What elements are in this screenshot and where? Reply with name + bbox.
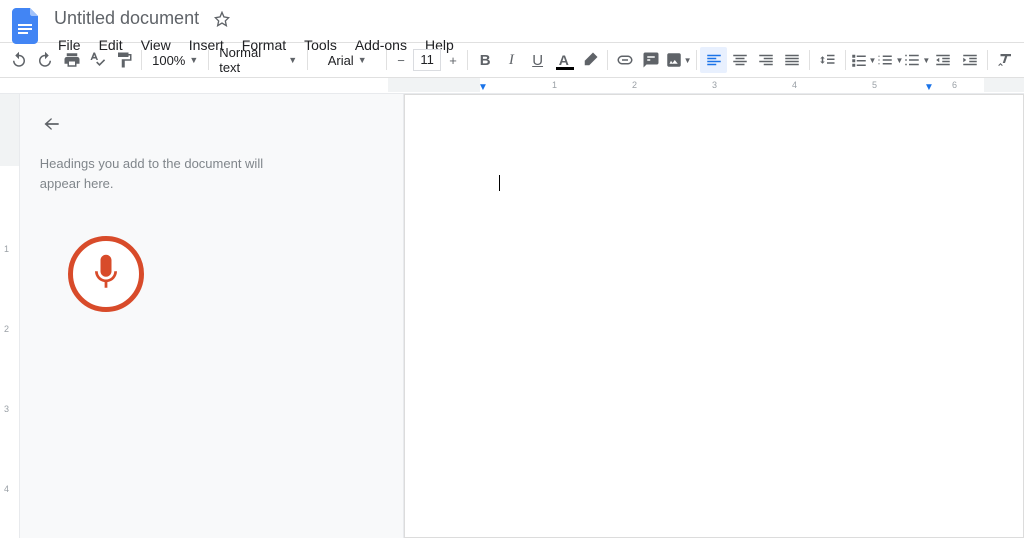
insert-comment-icon[interactable]	[638, 47, 664, 73]
toolbar-separator	[208, 50, 209, 70]
ruler-margin-right	[984, 78, 1024, 92]
font-size-input[interactable]: 11	[413, 49, 441, 71]
ruler-tick: 4	[792, 80, 797, 90]
ruler-tick: 3	[712, 80, 717, 90]
outline-panel: Headings you add to the document will ap…	[20, 94, 404, 538]
align-justify-icon[interactable]	[779, 47, 805, 73]
text-cursor	[499, 175, 500, 191]
workspace: 1 2 3 4 Headings you add to the document…	[0, 94, 1024, 538]
vertical-ruler[interactable]: 1 2 3 4	[0, 94, 20, 538]
zoom-select[interactable]: 100%▼	[146, 47, 204, 73]
align-center-icon[interactable]	[727, 47, 753, 73]
numbered-list-icon[interactable]: ▼	[903, 47, 930, 73]
document-page[interactable]	[404, 94, 1024, 538]
checklist-icon[interactable]: ▼	[850, 47, 877, 73]
page-area	[404, 94, 1024, 538]
indent-marker-icon[interactable]: ▼	[924, 82, 934, 93]
print-icon[interactable]	[58, 47, 84, 73]
ruler-tick: 2	[632, 80, 637, 90]
indent-decrease-icon[interactable]	[930, 47, 956, 73]
ruler-tick: 3	[4, 404, 9, 414]
insert-image-icon[interactable]: ▼	[665, 47, 692, 73]
outline-hint-text: Headings you add to the document will ap…	[40, 154, 300, 193]
toolbar-separator	[386, 50, 387, 70]
line-spacing-icon[interactable]	[814, 47, 840, 73]
star-icon[interactable]	[213, 10, 231, 28]
ruler-tick: 2	[4, 324, 9, 334]
bold-button[interactable]: B	[472, 47, 498, 73]
ruler-tick: 5	[872, 80, 877, 90]
text-color-button[interactable]: A	[551, 47, 577, 73]
close-outline-icon[interactable]	[40, 112, 64, 136]
ruler-tick: 1	[552, 80, 557, 90]
font-size-group: − 11 +	[391, 49, 463, 71]
underline-button[interactable]: U	[525, 47, 551, 73]
ruler-tick: 1	[4, 244, 9, 254]
horizontal-ruler[interactable]: ▼ 1 2 3 4 5 ▼ 6	[0, 78, 1024, 94]
paint-format-icon[interactable]	[111, 47, 137, 73]
toolbar-separator	[845, 50, 846, 70]
align-left-icon[interactable]	[700, 47, 726, 73]
voice-typing-icon[interactable]	[68, 236, 144, 312]
clear-formatting-icon[interactable]	[992, 47, 1018, 73]
docs-logo[interactable]	[8, 8, 44, 44]
highlight-color-button[interactable]	[577, 47, 603, 73]
toolbar-separator	[141, 50, 142, 70]
undo-icon[interactable]	[6, 47, 32, 73]
indent-increase-icon[interactable]	[957, 47, 983, 73]
font-size-decrease[interactable]: −	[391, 49, 411, 71]
paragraph-style-select[interactable]: Normal text▼	[213, 47, 303, 73]
toolbar-separator	[467, 50, 468, 70]
ruler-margin-left	[388, 78, 480, 92]
toolbar-separator	[307, 50, 308, 70]
redo-icon[interactable]	[32, 47, 58, 73]
toolbar-separator	[987, 50, 988, 70]
header-bar: Untitled document File Edit View Insert …	[0, 0, 1024, 42]
toolbar-separator	[607, 50, 608, 70]
ruler-tick: 4	[4, 484, 9, 494]
document-title[interactable]: Untitled document	[50, 6, 203, 31]
ruler-tick: 6	[952, 80, 957, 90]
indent-marker-icon[interactable]: ▼	[478, 82, 488, 93]
toolbar: 100%▼ Normal text▼ Arial▼ − 11 + B I U A…	[0, 42, 1024, 78]
font-select[interactable]: Arial▼	[312, 47, 382, 73]
insert-link-icon[interactable]	[612, 47, 638, 73]
italic-button[interactable]: I	[498, 47, 524, 73]
bulleted-list-icon[interactable]: ▼	[876, 47, 903, 73]
font-size-increase[interactable]: +	[443, 49, 463, 71]
align-right-icon[interactable]	[753, 47, 779, 73]
ruler-margin-top	[0, 94, 19, 166]
toolbar-separator	[696, 50, 697, 70]
toolbar-separator	[809, 50, 810, 70]
spellcheck-icon[interactable]	[85, 47, 111, 73]
